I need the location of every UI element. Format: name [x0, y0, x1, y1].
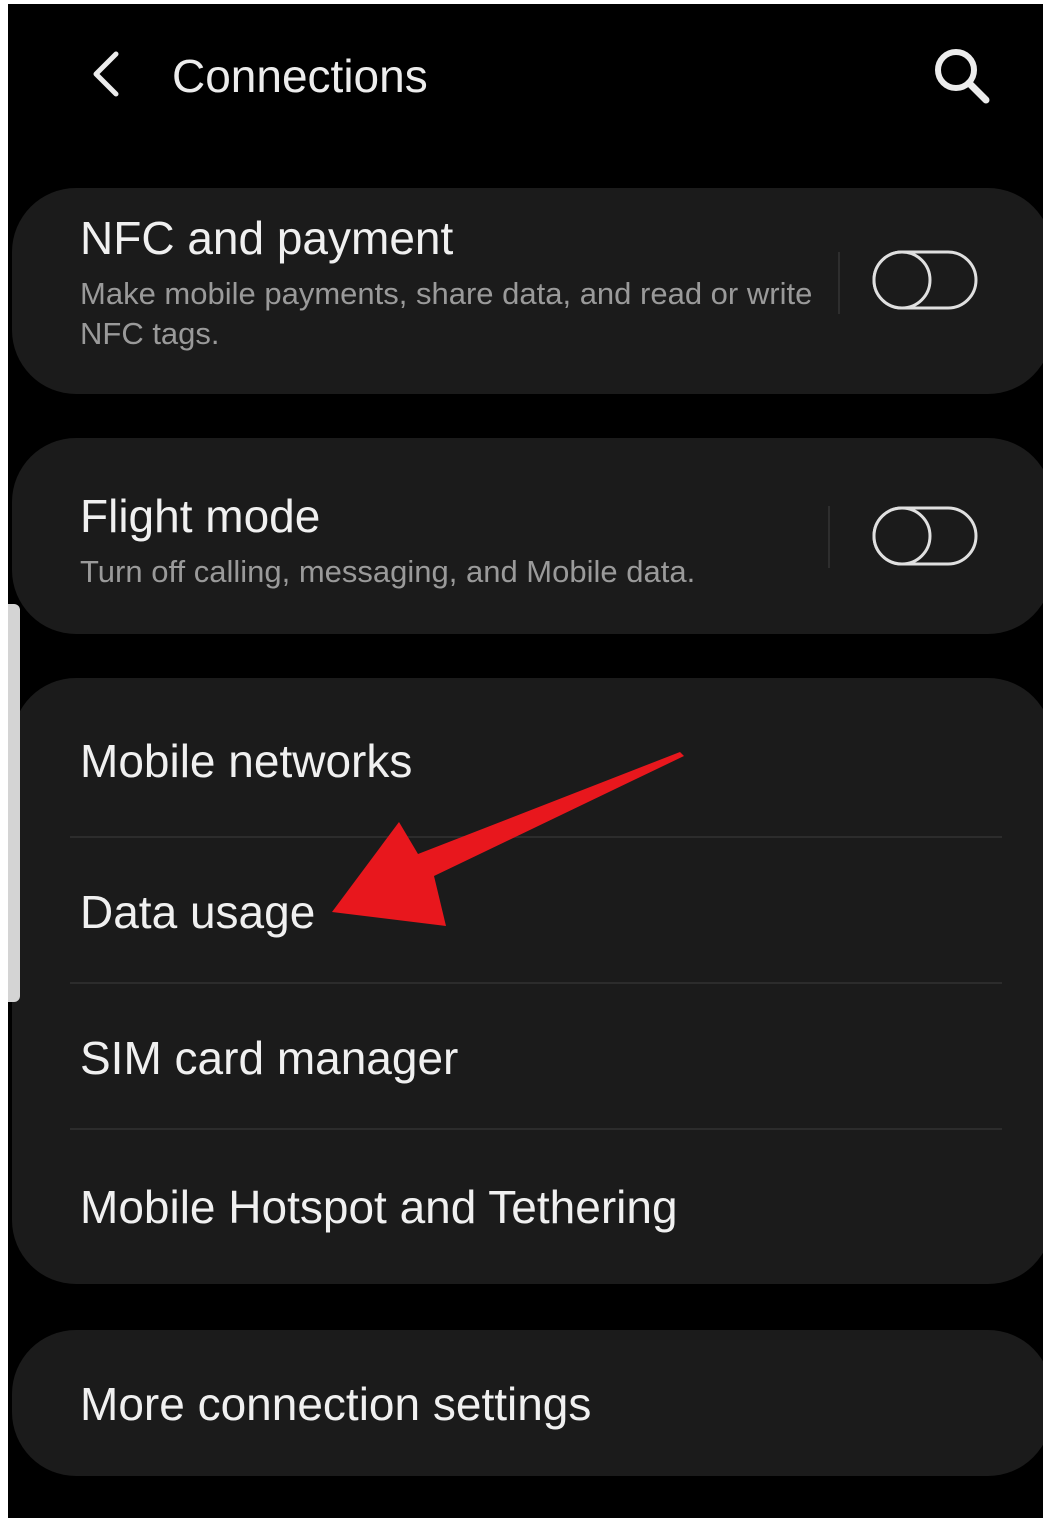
app-header: Connections: [8, 4, 1043, 154]
menu-item-mobile-networks[interactable]: Mobile networks: [12, 688, 1043, 834]
menu-item-label: Data usage: [80, 886, 316, 938]
menu-item-label: More connection settings: [80, 1378, 592, 1430]
toggle-off-icon: [872, 506, 978, 566]
nfc-subtitle: Make mobile payments, share data, and re…: [80, 276, 813, 351]
list-divider: [70, 982, 1002, 984]
scrollbar-thumb[interactable]: [8, 604, 20, 1002]
flight-mode-card: Flight mode Turn off calling, messaging,…: [12, 438, 1043, 634]
page-title: Connections: [172, 50, 428, 102]
list-divider: [70, 836, 1002, 838]
flight-mode-subtitle: Turn off calling, messaging, and Mobile …: [80, 554, 696, 589]
flight-mode-toggle-switch[interactable]: [870, 504, 980, 568]
flight-mode-row[interactable]: Flight mode Turn off calling, messaging,…: [12, 438, 1043, 634]
row-divider: [838, 252, 840, 314]
menu-item-label: Mobile networks: [80, 735, 413, 787]
more-settings-card: More connection settings: [12, 1330, 1043, 1476]
search-button[interactable]: [928, 42, 994, 108]
nfc-title: NFC and payment: [80, 212, 454, 264]
menu-item-label: SIM card manager: [80, 1032, 459, 1084]
nfc-toggle-switch[interactable]: [870, 248, 980, 312]
list-divider: [70, 1128, 1002, 1130]
search-icon: [935, 49, 990, 104]
nfc-card: NFC and payment Make mobile payments, sh…: [12, 188, 1043, 394]
row-divider: [828, 506, 830, 568]
menu-item-data-usage[interactable]: Data usage: [12, 839, 1043, 985]
connections-screen: Connections NFC and payment Make mobile …: [8, 4, 1043, 1518]
nfc-and-payment-row[interactable]: NFC and payment Make mobile payments, sh…: [12, 188, 1043, 394]
network-settings-group: Mobile networks Data usage SIM card mana…: [12, 678, 1043, 1284]
flight-mode-title: Flight mode: [80, 490, 321, 542]
menu-item-sim-card-manager[interactable]: SIM card manager: [12, 985, 1043, 1131]
back-button[interactable]: [78, 44, 138, 104]
toggle-off-icon: [872, 250, 978, 310]
menu-item-label: Mobile Hotspot and Tethering: [80, 1181, 678, 1233]
menu-item-mobile-hotspot[interactable]: Mobile Hotspot and Tethering: [12, 1134, 1043, 1280]
chevron-left-icon: [93, 51, 119, 97]
menu-item-more-connection-settings[interactable]: More connection settings: [12, 1330, 1043, 1476]
